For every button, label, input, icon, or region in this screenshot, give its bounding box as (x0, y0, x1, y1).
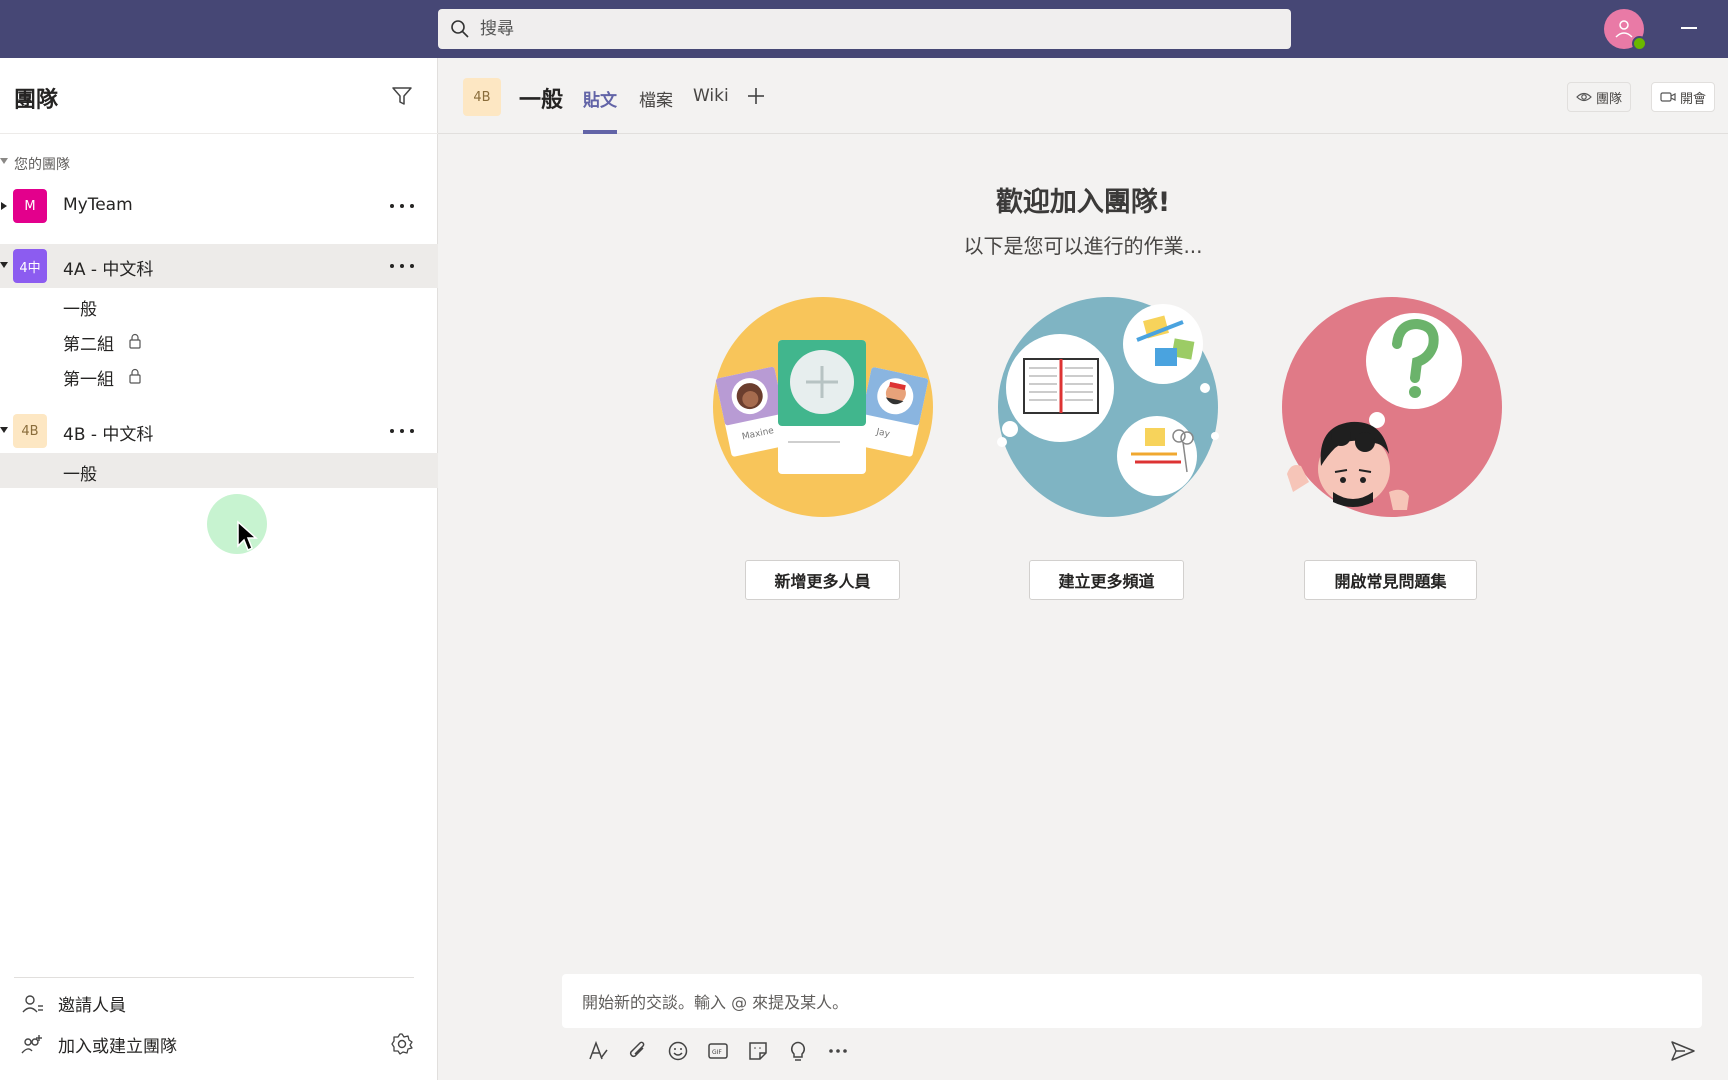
format-icon (589, 1040, 608, 1060)
team-tile: 4中 (13, 249, 47, 283)
team-tile: 4B (13, 414, 47, 448)
lock-icon (129, 368, 141, 384)
open-faq-button[interactable]: 開啟常見問題集 (1304, 560, 1477, 600)
channel-name: 一般 (63, 300, 97, 320)
minimize-button[interactable] (1676, 18, 1702, 38)
team-collapsed-icon[interactable] (1, 202, 7, 210)
lightbulb-icon (790, 1041, 806, 1061)
attach-button[interactable] (618, 1036, 658, 1066)
search-icon (451, 20, 469, 38)
filter-icon[interactable] (390, 84, 414, 108)
search-box[interactable] (438, 9, 1291, 49)
faq-illustration (1282, 297, 1502, 517)
sidebar-divider (14, 977, 414, 978)
channel-name: 一般 (63, 465, 97, 485)
channel-item[interactable]: 第二組 (0, 323, 438, 358)
user-avatar[interactable] (1604, 9, 1647, 51)
active-tab-indicator (583, 130, 617, 134)
team-more-options-button[interactable] (390, 256, 414, 276)
meet-now-label: 開會 (1680, 91, 1707, 107)
more-options-button[interactable] (818, 1036, 858, 1066)
sidebar-header: 團隊 (0, 58, 438, 134)
tab-wiki[interactable]: Wiki (693, 86, 729, 106)
add-more-people-button[interactable]: 新增更多人員 (745, 560, 900, 600)
add-people-illustration: Maxine Jay (713, 297, 933, 517)
team-name: 4A - 中文科 (63, 260, 154, 280)
team-more-options-button[interactable] (390, 196, 414, 216)
channel-item[interactable]: 第一組 (0, 358, 438, 393)
praise-button[interactable] (778, 1036, 818, 1066)
team-row-4b[interactable]: 4B 4B - 中文科 (0, 409, 438, 453)
paperclip-icon (629, 1041, 645, 1058)
team-name: 4B - 中文科 (63, 425, 154, 445)
channel-item-selected[interactable]: 一般 (0, 453, 438, 488)
sidebar-title: 團隊 (14, 88, 59, 113)
new-conversation-input[interactable]: 開始新的交談。輸入 @ 來提及某人。 (562, 974, 1702, 1028)
eye-icon (1576, 92, 1592, 102)
send-icon[interactable] (1670, 1038, 1696, 1064)
compose-toolbar: GIF (578, 1036, 858, 1066)
add-tab-icon[interactable] (745, 85, 767, 107)
create-channels-illustration (997, 297, 1219, 517)
invite-people-button[interactable]: 邀請人員 (20, 991, 126, 1016)
gif-icon: GIF (708, 1043, 728, 1059)
svg-text:GIF: GIF (712, 1049, 722, 1056)
sticker-button[interactable] (738, 1036, 778, 1066)
welcome-subtitle: 以下是您可以進行的作業... (963, 234, 1203, 258)
channel-title: 一般 (519, 88, 564, 113)
channel-main-area: 4B 一般 貼文 檔案 Wiki 團隊 開會 歡迎加入團隊! 以下是您可以進行的… (438, 58, 1728, 1080)
search-input[interactable] (480, 19, 1260, 39)
channel-header: 4B 一般 貼文 檔案 Wiki 團隊 開會 (438, 58, 1728, 134)
meet-now-button[interactable]: 開會 (1651, 82, 1716, 112)
lock-icon (129, 333, 141, 349)
channel-name: 第一組 (63, 370, 114, 390)
title-bar (0, 0, 1728, 58)
team-expanded-icon[interactable] (0, 427, 8, 433)
sticker-icon (749, 1042, 767, 1060)
presence-status-icon (1632, 36, 1647, 51)
invite-people-icon (22, 994, 43, 1012)
emoji-icon (668, 1041, 688, 1061)
tab-posts[interactable]: 貼文 (583, 86, 617, 111)
team-row-4a[interactable]: 4中 4A - 中文科 (0, 244, 438, 288)
join-create-team-button[interactable]: 加入或建立團隊 (20, 1032, 177, 1057)
emoji-button[interactable] (658, 1036, 698, 1066)
team-name: MyTeam (63, 195, 133, 215)
mouse-cursor-icon (237, 520, 258, 552)
team-tile: M (13, 189, 47, 223)
invite-people-label: 邀請人員 (58, 996, 126, 1016)
video-camera-icon (1660, 92, 1676, 102)
avatar-icon (1615, 20, 1633, 38)
your-teams-label: 您的團隊 (14, 157, 70, 173)
team-more-options-button[interactable] (390, 421, 414, 441)
gif-button[interactable]: GIF (698, 1036, 738, 1066)
gear-icon[interactable] (390, 1032, 414, 1056)
team-view-label: 團隊 (1596, 91, 1623, 107)
team-view-button[interactable]: 團隊 (1567, 82, 1632, 112)
join-team-icon (21, 1034, 42, 1053)
create-more-channels-button[interactable]: 建立更多頻道 (1029, 560, 1184, 600)
channel-name: 第二組 (63, 335, 114, 355)
minimize-icon (1681, 27, 1697, 29)
join-create-team-label: 加入或建立團隊 (58, 1037, 177, 1057)
team-row-myteam[interactable]: M MyTeam (0, 184, 438, 228)
team-expanded-icon[interactable] (0, 262, 8, 268)
tab-files[interactable]: 檔案 (639, 86, 673, 111)
more-icon (829, 1049, 847, 1053)
section-collapse-icon[interactable] (0, 158, 8, 164)
teams-sidebar: 團隊 您的團隊 M MyTeam 4中 4A - 中文科 一般 第二組 第一組 … (0, 58, 438, 1080)
welcome-title: 歡迎加入團隊! (995, 187, 1171, 218)
channel-item[interactable]: 一般 (0, 288, 438, 323)
format-button[interactable] (578, 1036, 618, 1066)
channel-team-tile: 4B (463, 78, 501, 116)
